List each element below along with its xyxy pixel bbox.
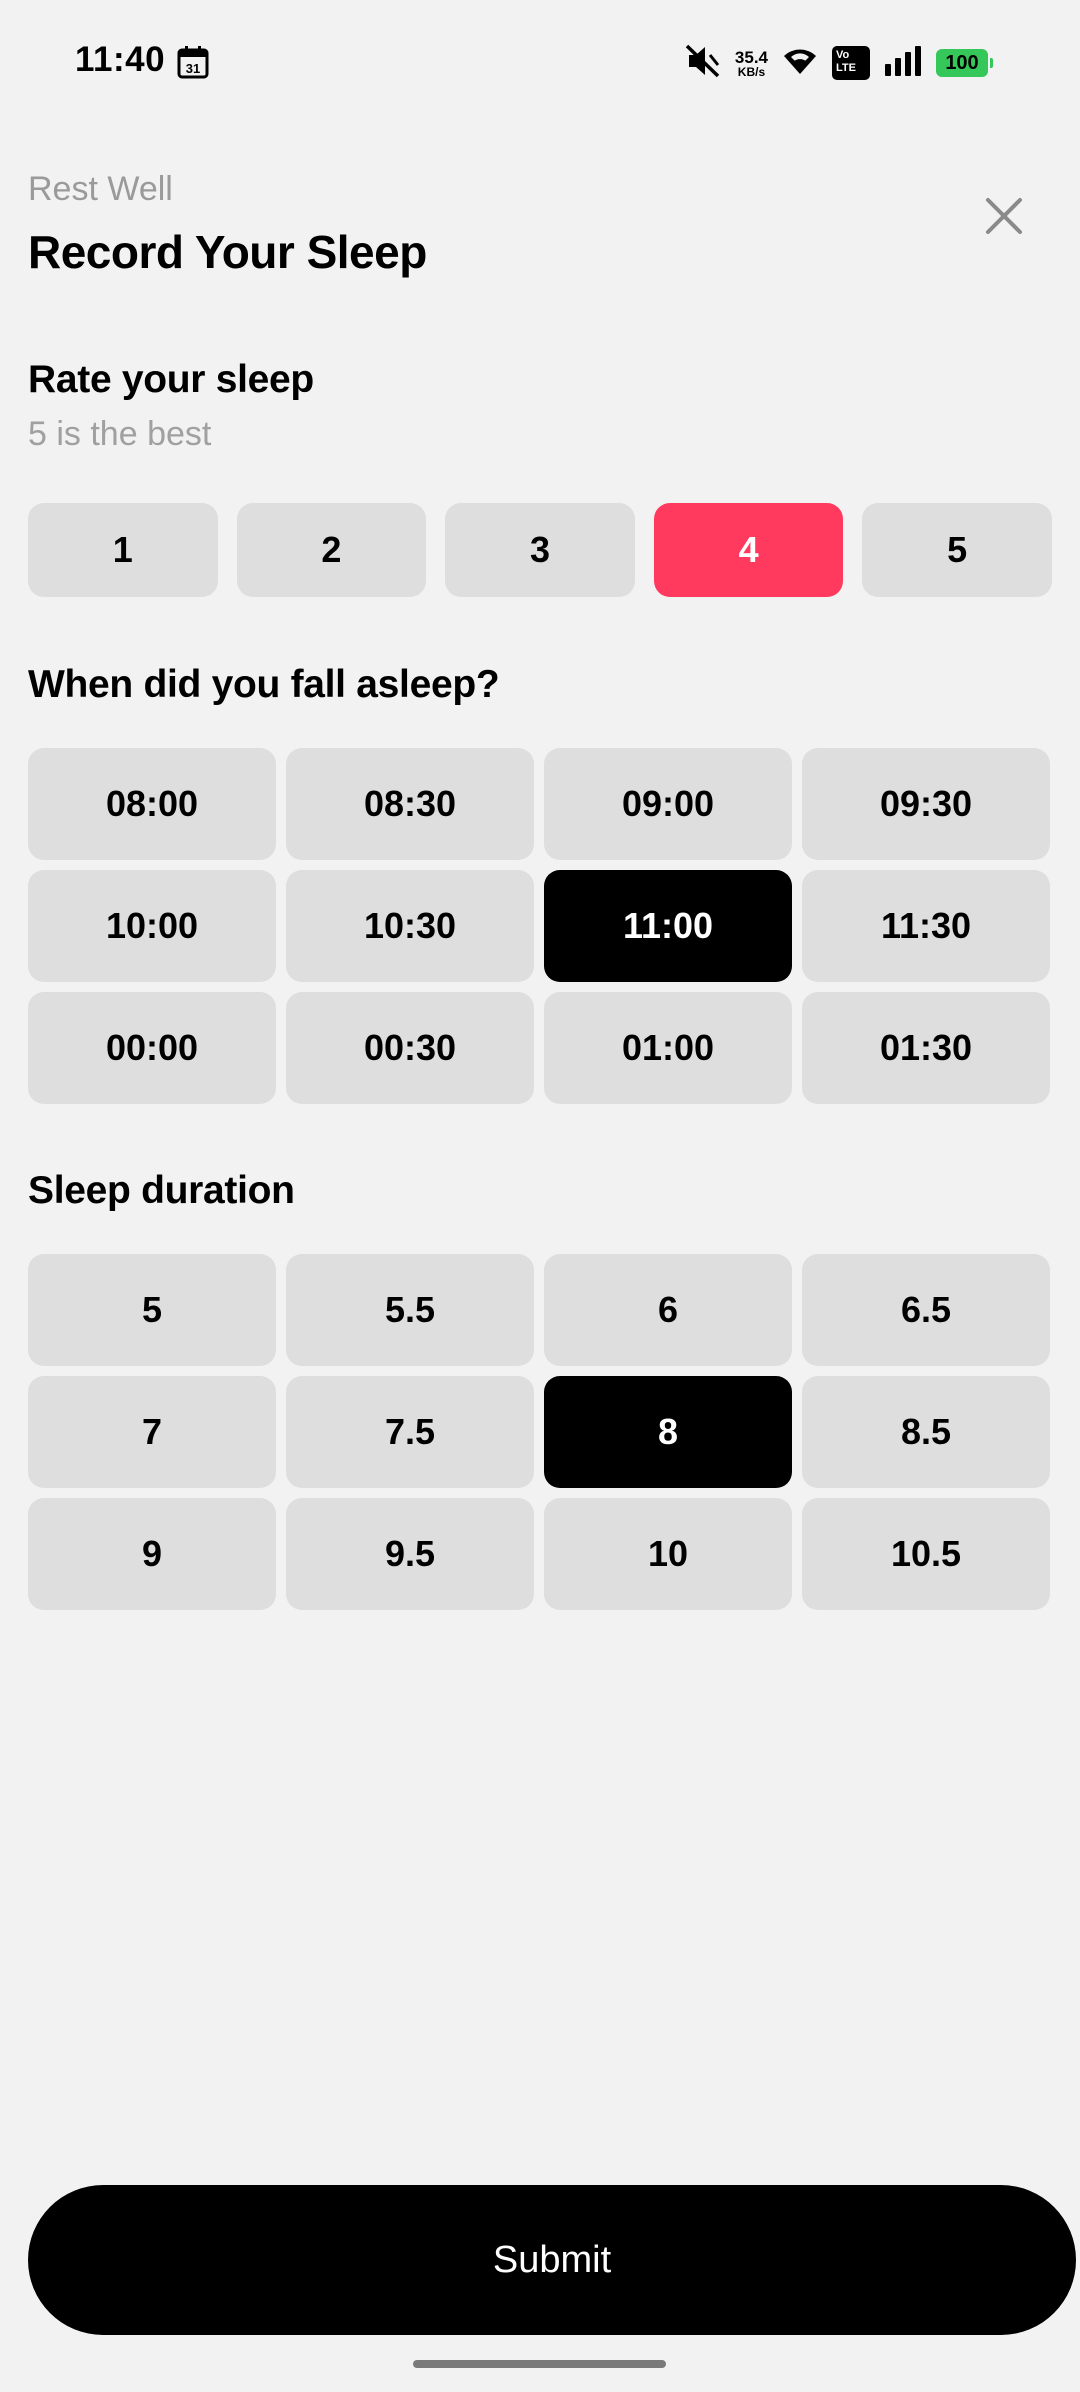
fall-asleep-title: When did you fall asleep? — [28, 663, 500, 706]
rating-option[interactable]: 3 — [445, 503, 635, 597]
close-icon — [986, 198, 1022, 234]
network-speed: 35.4 KB/s — [734, 47, 768, 79]
time-option[interactable]: 01:30 — [802, 992, 1050, 1104]
duration-option[interactable]: 8.5 — [802, 1376, 1050, 1488]
duration-option[interactable]: 7 — [28, 1376, 276, 1488]
home-indicator[interactable] — [413, 2360, 666, 2368]
duration-option[interactable]: 7.5 — [286, 1376, 534, 1488]
duration-options: 5 5.5 6 6.5 7 7.5 8 8.5 9 9.5 10 10.5 — [28, 1254, 1052, 1610]
rating-title: Rate your sleep — [28, 358, 314, 401]
duration-option[interactable]: 9 — [28, 1498, 276, 1610]
mute-icon — [685, 44, 721, 83]
page-title: Record Your Sleep — [28, 226, 427, 278]
status-icons: 35.4 KB/s Vo LTE 100 — [685, 40, 993, 86]
calendar-icon: 31 — [177, 45, 209, 79]
wifi-icon — [782, 46, 818, 81]
time-option[interactable]: 10:00 — [28, 870, 276, 982]
duration-option[interactable]: 6 — [544, 1254, 792, 1366]
duration-option[interactable]: 10.5 — [802, 1498, 1050, 1610]
time-option[interactable]: 08:00 — [28, 748, 276, 860]
rating-option-selected[interactable]: 4 — [653, 503, 844, 597]
time-option[interactable]: 09:30 — [802, 748, 1050, 860]
app-name: Rest Well — [28, 170, 173, 208]
time-option[interactable]: 01:00 — [544, 992, 792, 1104]
time-option-selected[interactable]: 11:00 — [544, 870, 792, 982]
svg-text:31: 31 — [186, 61, 200, 76]
duration-option[interactable]: 10 — [544, 1498, 792, 1610]
sleep-record-screen: 11:40 31 35.4 KB/s Vo LTE 100 Rest Well … — [0, 0, 1080, 2392]
time-option[interactable]: 08:30 — [286, 748, 534, 860]
duration-title: Sleep duration — [28, 1169, 295, 1212]
rating-subtitle: 5 is the best — [28, 415, 212, 453]
duration-option[interactable]: 6.5 — [802, 1254, 1050, 1366]
rating-option[interactable]: 1 — [28, 503, 218, 597]
rating-option[interactable]: 5 — [862, 503, 1052, 597]
submit-button[interactable]: Submit — [28, 2185, 1076, 2335]
duration-option[interactable]: 9.5 — [286, 1498, 534, 1610]
time-option[interactable]: 00:30 — [286, 992, 534, 1104]
close-button[interactable] — [978, 190, 1030, 242]
status-time: 11:40 — [75, 40, 166, 79]
battery-icon: 100 — [936, 49, 993, 77]
time-option[interactable]: 09:00 — [544, 748, 792, 860]
time-option[interactable]: 11:30 — [802, 870, 1050, 982]
rating-option[interactable]: 2 — [236, 503, 427, 597]
duration-option[interactable]: 5.5 — [286, 1254, 534, 1366]
volte-icon: Vo LTE — [832, 46, 870, 80]
signal-icon — [884, 45, 922, 81]
fall-asleep-options: 08:00 08:30 09:00 09:30 10:00 10:30 11:0… — [28, 748, 1052, 1104]
status-bar: 11:40 31 35.4 KB/s Vo LTE 100 — [0, 0, 1080, 126]
duration-option[interactable]: 5 — [28, 1254, 276, 1366]
duration-option-selected[interactable]: 8 — [544, 1376, 792, 1488]
time-option[interactable]: 10:30 — [286, 870, 534, 982]
time-option[interactable]: 00:00 — [28, 992, 276, 1104]
rating-options: 1 2 3 4 5 — [28, 503, 1052, 597]
